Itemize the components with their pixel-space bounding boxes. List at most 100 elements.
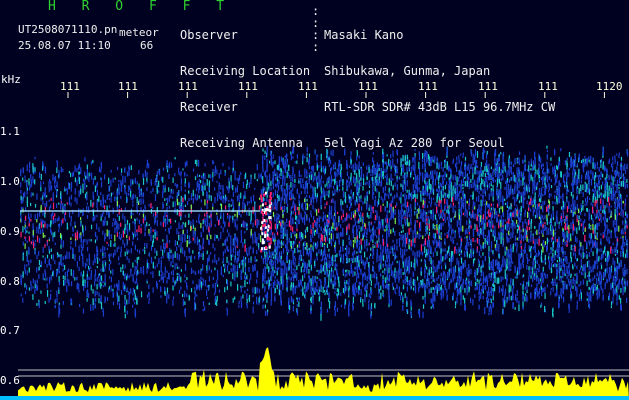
- signal-pixel: [42, 273, 44, 281]
- signal-pixel: [326, 229, 328, 236]
- signal-pixel: [80, 223, 82, 227]
- signal-pixel: [72, 254, 74, 259]
- signal-pixel: [314, 277, 316, 283]
- signal-pixel: [386, 269, 389, 274]
- signal-pixel: [60, 239, 62, 244]
- signal-pixel: [228, 199, 230, 203]
- signal-pixel: [288, 266, 290, 271]
- signal-pixel: [400, 255, 402, 258]
- signal-pixel: [162, 242, 165, 249]
- signal-pixel: [30, 180, 33, 187]
- signal-pixel: [140, 227, 142, 234]
- signal-pixel: [58, 304, 60, 311]
- signal-pixel: [206, 265, 208, 271]
- signal-pixel: [304, 203, 307, 211]
- signal-pixel: [134, 301, 136, 305]
- signal-pixel: [24, 175, 26, 178]
- signal-pixel: [204, 172, 206, 176]
- signal-pixel: [76, 167, 78, 173]
- signal-pixel: [98, 279, 100, 285]
- signal-pixel: [354, 177, 356, 182]
- signal-pixel: [86, 298, 88, 302]
- signal-pixel: [86, 215, 89, 219]
- signal-pixel: [206, 191, 208, 198]
- signal-pixel: [430, 189, 432, 195]
- signal-pixel: [342, 255, 345, 261]
- signal-pixel: [340, 204, 342, 211]
- signal-pixel: [402, 203, 404, 207]
- signal-pixel: [348, 223, 350, 230]
- signal-pixel: [426, 172, 428, 178]
- signal-pixel: [258, 247, 260, 251]
- signal-pixel: [392, 227, 394, 233]
- signal-pixel: [310, 296, 312, 303]
- signal-pixel: [234, 187, 237, 193]
- signal-pixel: [368, 207, 370, 211]
- signal-pixel: [428, 210, 430, 214]
- signal-pixel: [408, 228, 410, 235]
- signal-pixel: [106, 194, 108, 199]
- signal-pixel: [356, 173, 358, 180]
- signal-pixel: [164, 266, 166, 273]
- signal-pixel: [58, 286, 60, 290]
- signal-pixel: [320, 259, 322, 262]
- signal-pixel: [194, 236, 196, 244]
- signal-pixel: [440, 294, 442, 300]
- signal-pixel: [334, 220, 336, 224]
- signal-pixel: [42, 255, 44, 258]
- signal-pixel: [244, 222, 246, 225]
- signal-pixel: [382, 234, 384, 238]
- signal-pixel: [108, 253, 111, 256]
- signal-pixel: [358, 250, 361, 253]
- signal-pixel: [134, 289, 136, 294]
- signal-pixel: [338, 179, 341, 187]
- signal-pixel: [330, 256, 332, 261]
- signal-pixel: [94, 280, 96, 287]
- signal-pixel: [304, 246, 306, 250]
- signal-pixel: [186, 234, 189, 240]
- signal-pixel: [418, 250, 420, 257]
- signal-pixel: [438, 183, 440, 187]
- signal-pixel: [298, 210, 300, 215]
- signal-pixel: [242, 294, 244, 299]
- signal-pixel: [334, 309, 336, 317]
- signal-pixel: [254, 201, 256, 205]
- signal-pixel: [348, 181, 350, 188]
- signal-pixel: [152, 271, 154, 278]
- signal-pixel: [272, 238, 275, 242]
- signal-pixel: [50, 228, 52, 233]
- signal-pixel: [90, 224, 93, 230]
- signal-pixel: [384, 225, 387, 229]
- signal-pixel: [58, 229, 60, 233]
- signal-pixel: [410, 306, 412, 311]
- signal-pixel: [40, 265, 42, 268]
- signal-pixel: [124, 274, 126, 280]
- signal-pixel: [324, 283, 326, 289]
- signal-pixel: [322, 250, 325, 254]
- signal-pixel: [380, 175, 382, 179]
- signal-pixel: [342, 186, 344, 191]
- signal-pixel: [108, 211, 110, 218]
- signal-pixel: [282, 190, 284, 197]
- signal-pixel: [122, 264, 124, 270]
- signal-pixel: [372, 254, 374, 260]
- signal-pixel: [338, 237, 340, 243]
- signal-pixel: [376, 173, 378, 177]
- signal-pixel: [232, 191, 235, 197]
- signal-pixel: [250, 221, 252, 224]
- signal-pixel: [200, 199, 202, 203]
- signal-pixel: [132, 287, 135, 292]
- signal-pixel: [182, 224, 184, 229]
- signal-pixel: [336, 253, 338, 258]
- signal-pixel: [50, 248, 52, 252]
- signal-pixel: [96, 235, 98, 241]
- signal-pixel: [398, 260, 400, 265]
- signal-pixel: [286, 252, 289, 256]
- signal-pixel: [338, 215, 341, 222]
- signal-pixel: [244, 280, 246, 285]
- signal-pixel: [352, 273, 354, 278]
- signal-pixel: [74, 232, 77, 239]
- signal-pixel: [152, 206, 154, 210]
- signal-pixel: [22, 297, 24, 303]
- signal-pixel: [190, 221, 192, 226]
